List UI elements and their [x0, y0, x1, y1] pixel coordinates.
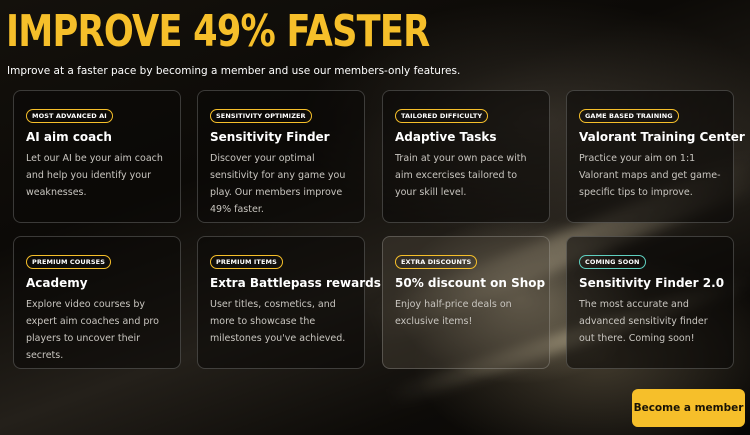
feature-card-battlepass-rewards: PREMIUM ITEMS Extra Battlepass rewards U… — [197, 236, 381, 369]
feature-badge: SENSITIVITY OPTIMIZER — [210, 109, 312, 123]
feature-description: Discover your optimal sensitivity for an… — [210, 153, 346, 215]
feature-title: 50% discount on Shop — [395, 276, 546, 290]
feature-card-valorant-training-center: GAME BASED TRAINING Valorant Training Ce… — [566, 90, 745, 223]
feature-description: Explore video courses by expert aim coac… — [26, 299, 159, 361]
feature-description: Let our AI be your aim coach and help yo… — [26, 153, 163, 198]
feature-description: Enjoy half-price deals on exclusive item… — [395, 299, 512, 327]
feature-card-adaptive-tasks: TAILORED DIFFICULTY Adaptive Tasks Train… — [382, 90, 550, 223]
feature-badge-coming-soon: COMING SOON — [579, 255, 646, 269]
feature-title: Extra Battlepass rewards — [210, 276, 381, 290]
feature-card-shop-discount: EXTRA DISCOUNTS 50% discount on Shop Enj… — [382, 236, 550, 369]
feature-description: Practice your aim on 1:1 Valorant maps a… — [579, 153, 721, 198]
feature-title: AI aim coach — [26, 130, 112, 144]
feature-title: Adaptive Tasks — [395, 130, 497, 144]
feature-description: The most accurate and advanced sensitivi… — [579, 299, 708, 344]
feature-card-ai-aim-coach: MOST ADVANCED AI AI aim coach Let our AI… — [13, 90, 181, 223]
feature-card-academy: PREMIUM COURSES Academy Explore video co… — [13, 236, 181, 369]
become-member-button[interactable]: Become a member — [632, 389, 745, 427]
feature-badge: EXTRA DISCOUNTS — [395, 255, 478, 269]
feature-card-sensitivity-finder: SENSITIVITY OPTIMIZER Sensitivity Finder… — [197, 90, 365, 223]
page-subtitle: Improve at a faster pace by becoming a m… — [7, 65, 461, 77]
feature-description: Train at your own pace with aim excercis… — [395, 153, 527, 198]
feature-badge: PREMIUM ITEMS — [210, 255, 283, 269]
feature-badge: GAME BASED TRAINING — [579, 109, 679, 123]
feature-badge: TAILORED DIFFICULTY — [395, 109, 489, 123]
feature-title: Academy — [26, 276, 88, 290]
feature-card-sensitivity-finder-2: COMING SOON Sensitivity Finder 2.0 The m… — [566, 236, 734, 369]
feature-description: User titles, cosmetics, and more to show… — [210, 299, 346, 344]
feature-title: Sensitivity Finder 2.0 — [579, 276, 725, 290]
page-title: IMPROVE 49% FASTER — [6, 6, 430, 57]
feature-badge: MOST ADVANCED AI — [26, 109, 113, 123]
feature-title: Valorant Training Center — [579, 130, 745, 144]
feature-title: Sensitivity Finder — [210, 130, 330, 144]
feature-badge: PREMIUM COURSES — [26, 255, 111, 269]
